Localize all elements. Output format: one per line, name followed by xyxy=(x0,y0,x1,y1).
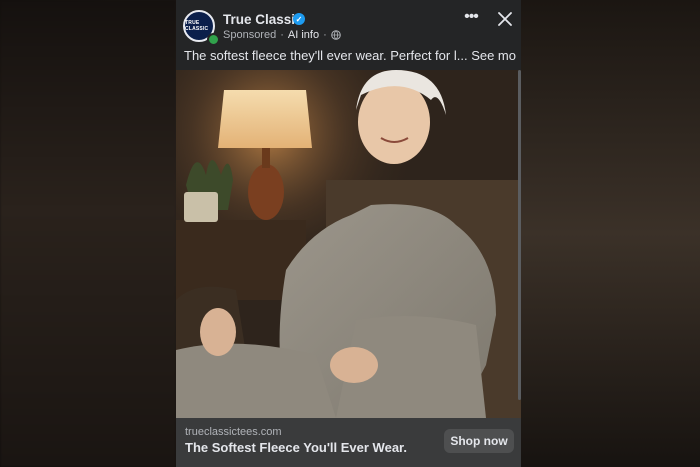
background-blur-left xyxy=(0,0,176,467)
background-blur-right xyxy=(520,0,700,467)
meta-separator: · xyxy=(280,29,284,41)
close-icon[interactable] xyxy=(496,10,514,28)
post-header: TRUE CLASSIC True Classic ✓ Sponsored · … xyxy=(176,0,521,46)
link-headline[interactable]: The Softest Fleece You'll Ever Wear. xyxy=(185,440,407,455)
avatar-logo-text: TRUE CLASSIC xyxy=(185,20,209,32)
online-status-dot xyxy=(207,33,220,46)
post-caption: The softest fleece they'll ever wear. Pe… xyxy=(184,48,516,63)
meta-separator-2: · xyxy=(323,29,327,41)
link-card[interactable]: trueclassictees.com The Softest Fleece Y… xyxy=(176,418,521,467)
sponsored-post: TRUE CLASSIC True Classic ✓ Sponsored · … xyxy=(176,0,521,467)
sponsored-label: Sponsored xyxy=(223,29,277,41)
more-options-icon[interactable]: ••• xyxy=(461,9,481,29)
link-domain: trueclassictees.com xyxy=(185,426,282,438)
shop-now-button[interactable]: Shop now xyxy=(444,429,514,453)
page-name[interactable]: True Classic xyxy=(223,12,303,27)
globe-icon xyxy=(330,30,341,40)
caption-text: The softest fleece they'll ever wear. Pe… xyxy=(184,48,468,63)
verified-badge-icon: ✓ xyxy=(293,13,305,25)
see-more-link[interactable]: See more xyxy=(471,48,516,63)
ai-info-link[interactable]: AI info xyxy=(288,29,319,41)
scrollbar[interactable] xyxy=(518,70,521,400)
ad-photo[interactable] xyxy=(176,70,521,418)
post-meta: Sponsored · AI info · xyxy=(223,29,341,41)
ad-photo-illustration xyxy=(176,70,521,418)
